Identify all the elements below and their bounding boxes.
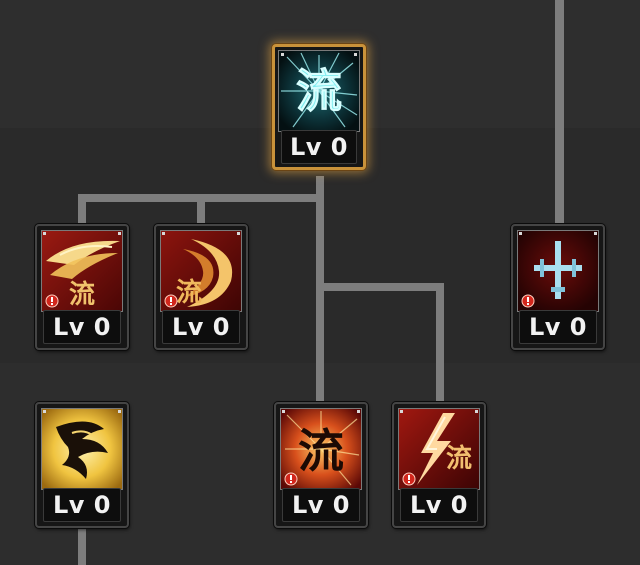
skill-level-label: Lv 0 xyxy=(162,310,240,344)
skill-slot-mid-2[interactable]: 流 Lv 0 xyxy=(154,224,248,350)
skill-level-label: Lv 0 xyxy=(282,488,360,522)
golden-wave-slash-icon: 流 xyxy=(42,231,122,311)
skill-icon-frame: 流 xyxy=(278,50,360,132)
connector-bottom-left xyxy=(78,525,86,565)
skill-icon-frame: 流 xyxy=(160,230,242,312)
skill-slot-bottom-1[interactable]: Lv 0 xyxy=(35,402,129,528)
sword-cross-icon xyxy=(518,231,598,311)
connector-right-horizontal xyxy=(316,283,444,291)
skill-glyph: 流 xyxy=(446,444,472,474)
cyan-flow-icon: 流 xyxy=(279,51,359,131)
skill-icon-frame xyxy=(517,230,599,312)
skill-glyph: 流 xyxy=(296,64,342,118)
connector-second-drop xyxy=(197,194,205,228)
skill-slot-bottom-2[interactable]: 流 Lv 0 xyxy=(274,402,368,528)
skill-icon-frame: 流 xyxy=(280,408,362,490)
connector-right-vertical xyxy=(555,0,564,228)
connector-right-drop xyxy=(436,283,444,408)
skill-level-label: Lv 0 xyxy=(281,130,357,164)
skill-glyph: 流 xyxy=(176,278,202,308)
skill-level-label: Lv 0 xyxy=(43,310,121,344)
skill-level-label: Lv 0 xyxy=(43,488,121,522)
skill-glyph: 流 xyxy=(69,280,95,310)
connector-top-stem xyxy=(316,176,324,408)
connector-left-drop xyxy=(78,194,86,228)
skill-slot-bottom-3[interactable]: 流 Lv 0 xyxy=(392,402,486,528)
skill-slot-mid-3[interactable]: Lv 0 xyxy=(511,224,605,350)
crescent-slash-icon: 流 xyxy=(161,231,241,311)
skill-icon-frame: 流 xyxy=(41,230,123,312)
dragon-claw-icon xyxy=(42,409,122,489)
skill-icon-frame: 流 xyxy=(398,408,480,490)
flow-burst-icon: 流 xyxy=(281,409,361,489)
skill-level-label: Lv 0 xyxy=(519,310,597,344)
skill-slot-top[interactable]: 流 Lv 0 xyxy=(272,44,366,170)
skill-icon-frame xyxy=(41,408,123,490)
skill-slot-mid-1[interactable]: 流 Lv 0 xyxy=(35,224,129,350)
skill-glyph: 流 xyxy=(298,424,344,478)
lightning-flow-icon: 流 xyxy=(399,409,479,489)
skill-level-label: Lv 0 xyxy=(400,488,478,522)
